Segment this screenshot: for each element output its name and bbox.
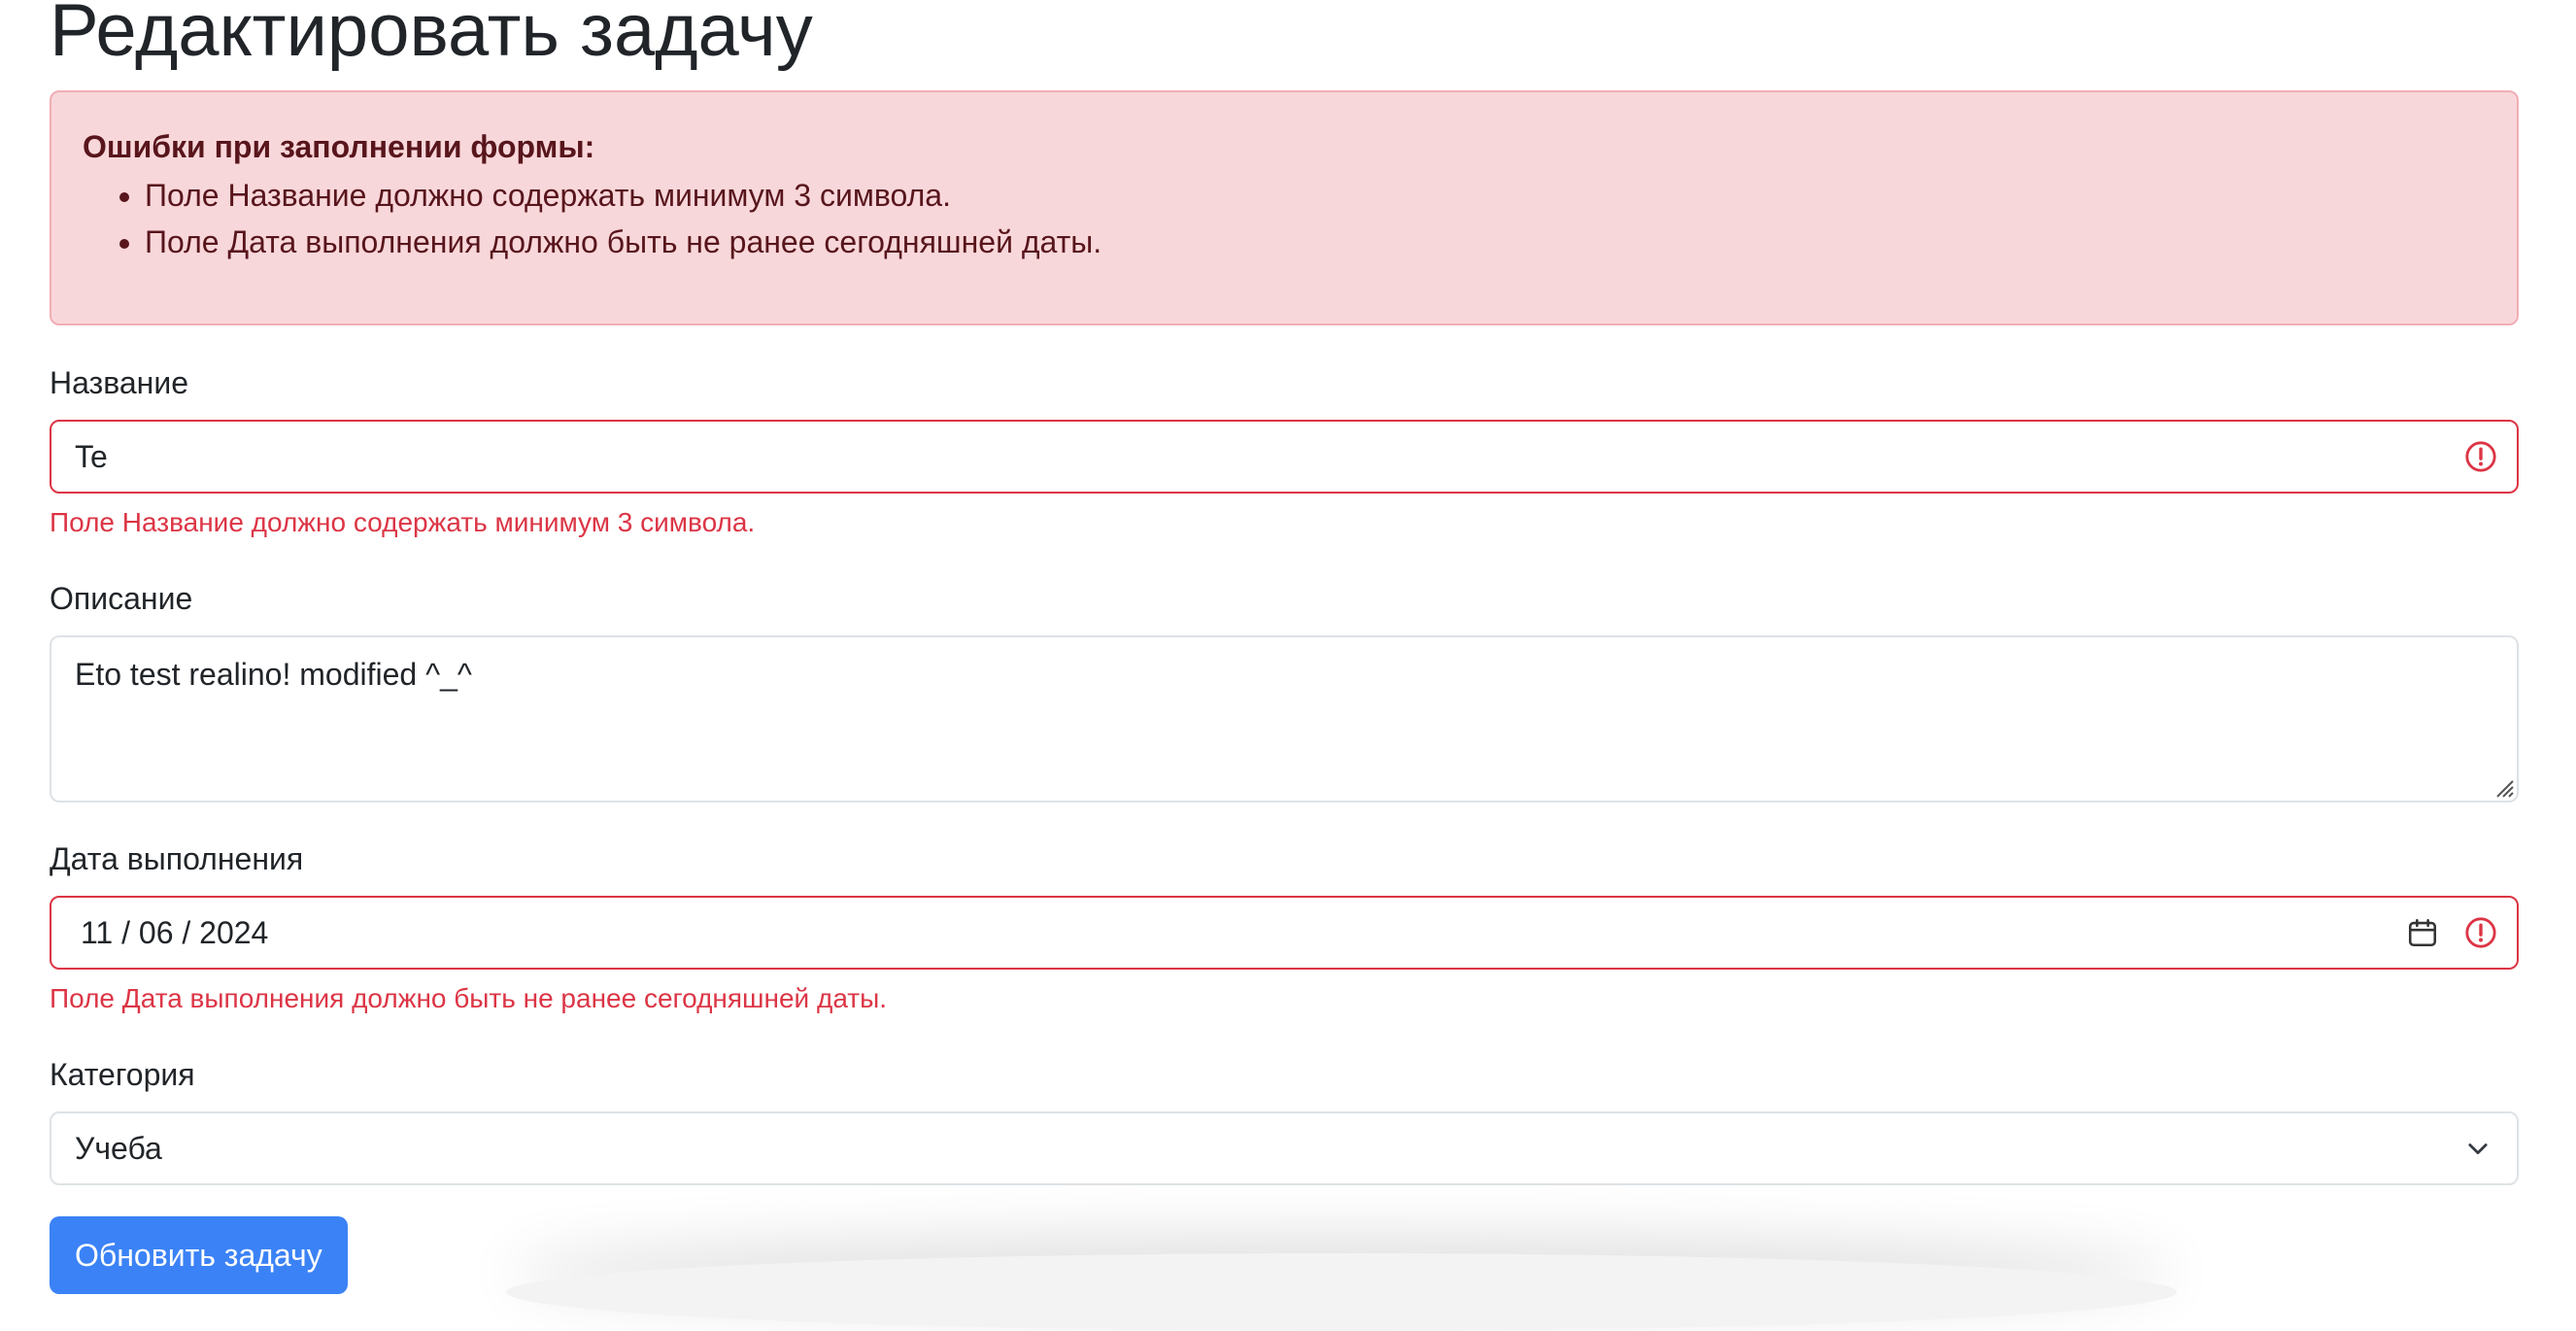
error-alert: Ошибки при заполнении формы: Поле Назван… (50, 90, 2519, 325)
due-date-input-value: 11 / 06 / 2024 (81, 915, 269, 950)
category-select-value: Учеба (75, 1131, 162, 1166)
update-task-button[interactable]: Обновить задачу (50, 1216, 348, 1294)
due-date-input[interactable]: 11 / 06 / 2024 (50, 896, 2519, 970)
error-list: Поле Название должно содержать минимум 3… (83, 172, 2486, 265)
title-input-value: Te (75, 439, 108, 474)
due-date-error-feedback: Поле Дата выполнения должно быть не ране… (50, 983, 887, 1013)
description-textarea[interactable]: Eto test realino! modified ^_^ (50, 635, 2519, 802)
page-title: Редактировать задачу (50, 0, 813, 72)
chevron-down-icon (2468, 1143, 2488, 1155)
category-select[interactable]: Учеба (50, 1111, 2519, 1185)
title-input[interactable]: Te (50, 420, 2519, 494)
page-bottom-shadow (506, 1253, 2177, 1331)
title-label: Название (50, 365, 188, 400)
alert-heading: Ошибки при заполнении формы: (83, 129, 595, 164)
description-label: Описание (50, 581, 193, 616)
error-list-item: Поле Название должно содержать минимум 3… (145, 172, 2486, 219)
exclamation-circle-icon (2465, 917, 2496, 948)
error-list-item: Поле Дата выполнения должно быть не ране… (145, 219, 2486, 265)
description-textarea-value: Eto test realino! modified ^_^ (75, 657, 472, 692)
exclamation-circle-icon (2465, 441, 2496, 472)
resize-handle-icon[interactable] (2490, 773, 2515, 799)
category-label: Категория (50, 1057, 195, 1092)
title-error-feedback: Поле Название должно содержать минимум 3… (50, 507, 756, 537)
due-date-label: Дата выполнения (50, 841, 304, 876)
calendar-icon[interactable] (2406, 916, 2439, 949)
